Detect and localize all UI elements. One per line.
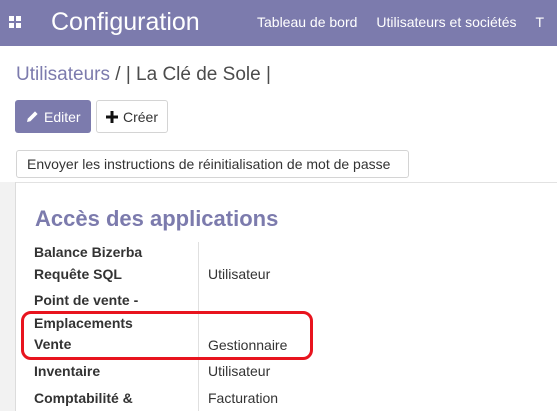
breadcrumb-current: | La Clé de Sole | [125, 64, 271, 85]
apps-menu-icon[interactable] [9, 16, 22, 29]
field-value-inventory[interactable]: Utilisateur [208, 363, 270, 379]
pencil-icon [26, 110, 39, 123]
create-button[interactable]: Créer [96, 100, 168, 133]
field-label-inventory: Inventaire [34, 363, 101, 379]
edit-button-label: Editer [44, 108, 81, 125]
app-title: Configuration [51, 8, 200, 36]
section-title: Accès des applications [35, 206, 279, 231]
field-label-accounting: Comptabilité & [34, 390, 133, 406]
menu-item-truncated[interactable]: T [535, 14, 544, 30]
breadcrumb-separator: / [109, 64, 126, 85]
edit-button[interactable]: Editer [15, 100, 91, 133]
menu-item-users-companies[interactable]: Utilisateurs et sociétés [376, 14, 516, 30]
field-label-pos-line1: Point de vente - [34, 292, 139, 308]
highlight-annotation [21, 311, 313, 360]
breadcrumb: Utilisateurs / | La Clé de Sole | [16, 64, 271, 86]
form-sheet-edge [0, 182, 16, 411]
field-label-sql-query: Requête SQL [34, 266, 122, 282]
field-value-sql-query[interactable]: Utilisateur [208, 266, 270, 282]
top-navbar: Configuration Tableau de bord Utilisateur… [0, 0, 557, 46]
top-menu: Tableau de bord Utilisateurs et sociétés T [257, 14, 557, 30]
field-label-balance-bizerba: Balance Bizerba [34, 244, 143, 260]
create-button-label: Créer [123, 108, 159, 125]
plus-icon [106, 110, 118, 123]
reset-password-button[interactable]: Envoyer les instructions de réinitialisa… [16, 150, 409, 178]
breadcrumb-users-link[interactable]: Utilisateurs [16, 64, 110, 85]
field-value-accounting[interactable]: Facturation [208, 390, 278, 406]
menu-item-dashboard[interactable]: Tableau de bord [257, 14, 357, 30]
reset-password-label: Envoyer les instructions de réinitialisa… [27, 156, 391, 172]
